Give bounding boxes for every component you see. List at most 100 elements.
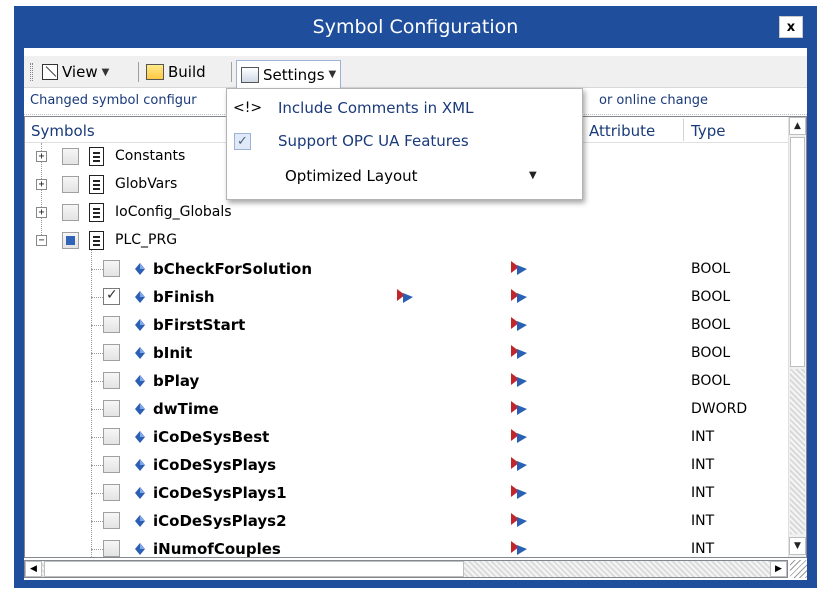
scroll-up-icon[interactable]: ▲ bbox=[789, 117, 806, 135]
node-checkbox[interactable] bbox=[62, 232, 79, 249]
variable-row[interactable]: bInit BOOL bbox=[25, 339, 789, 367]
variable-row[interactable]: iCoDeSysPlays INT bbox=[25, 451, 789, 479]
variable-icon bbox=[135, 543, 145, 555]
variable-type: INT bbox=[691, 429, 715, 445]
toolbar-separator bbox=[231, 62, 232, 82]
column-header-type[interactable]: Type bbox=[691, 122, 725, 140]
variable-row[interactable]: bCheckForSolution BOOL bbox=[25, 255, 789, 283]
variable-row[interactable]: iCoDeSysPlays2 INT bbox=[25, 507, 789, 535]
expand-icon[interactable]: + bbox=[36, 151, 47, 162]
variable-checkbox[interactable] bbox=[103, 400, 120, 417]
document-icon bbox=[89, 203, 104, 222]
access-icon bbox=[511, 541, 527, 555]
settings-label: Settings bbox=[263, 65, 325, 84]
access-icon bbox=[511, 373, 527, 387]
vertical-scroll-track[interactable] bbox=[790, 369, 805, 534]
tree-line bbox=[91, 269, 103, 270]
menu-item-support-opc-ua[interactable]: ✓ Support OPC UA Features bbox=[227, 126, 582, 156]
variable-row[interactable]: iCoDeSysPlays1 INT bbox=[25, 479, 789, 507]
scroll-down-icon[interactable]: ▼ bbox=[789, 537, 806, 555]
variable-checkbox[interactable] bbox=[103, 456, 120, 473]
tree-node-row[interactable]: + IoConfig_Globals bbox=[25, 199, 789, 227]
build-button[interactable]: Build bbox=[142, 60, 210, 84]
access-icon bbox=[511, 513, 527, 527]
variable-icon bbox=[135, 319, 145, 331]
menu-item-label: Include Comments in XML bbox=[278, 99, 474, 117]
horizontal-scrollbar[interactable]: ◀ ▶ bbox=[24, 560, 788, 578]
access-icon bbox=[511, 485, 527, 499]
variable-name: bCheckForSolution bbox=[153, 260, 313, 278]
variable-type: BOOL bbox=[691, 373, 731, 389]
variable-checkbox[interactable] bbox=[103, 287, 120, 305]
variable-type: DWORD bbox=[691, 401, 748, 417]
optimized-layout-dropdown[interactable]: Optimized Layout ▼ bbox=[227, 161, 582, 191]
document-icon bbox=[89, 231, 104, 250]
variable-type: INT bbox=[691, 485, 715, 501]
horizontal-scroll-thumb[interactable] bbox=[44, 561, 464, 577]
build-label: Build bbox=[168, 63, 206, 81]
toolbar-grip[interactable] bbox=[30, 63, 33, 81]
node-label: IoConfig_Globals bbox=[115, 204, 232, 220]
variable-row[interactable]: bFirstStart BOOL bbox=[25, 311, 789, 339]
view-icon bbox=[42, 64, 58, 80]
variable-row[interactable]: dwTime DWORD bbox=[25, 395, 789, 423]
build-icon bbox=[146, 64, 164, 80]
document-icon bbox=[89, 147, 104, 166]
tree-line bbox=[91, 521, 103, 522]
resize-grip-icon[interactable] bbox=[790, 560, 807, 578]
vertical-scrollbar[interactable]: ▲ ▼ bbox=[788, 117, 806, 557]
close-button[interactable]: x bbox=[779, 16, 803, 38]
variable-name: iCoDeSysPlays bbox=[153, 456, 277, 474]
column-header-attribute[interactable]: Attribute bbox=[589, 122, 655, 140]
menu-item-include-comments[interactable]: <!> Include Comments in XML bbox=[227, 93, 582, 123]
variable-row[interactable]: iNumofCouples INT bbox=[25, 535, 789, 557]
node-checkbox[interactable] bbox=[62, 204, 79, 221]
variable-type: INT bbox=[691, 541, 715, 557]
variable-checkbox[interactable] bbox=[103, 344, 120, 361]
variable-name: iCoDeSysPlays1 bbox=[153, 484, 287, 502]
column-separator[interactable] bbox=[683, 119, 684, 141]
variable-row[interactable]: bPlay BOOL bbox=[25, 367, 789, 395]
node-checkbox[interactable] bbox=[62, 148, 79, 165]
variable-checkbox[interactable] bbox=[103, 372, 120, 389]
variable-name: iCoDeSysPlays2 bbox=[153, 512, 287, 530]
variable-row[interactable]: bFinish BOOL bbox=[25, 283, 789, 311]
node-checkbox[interactable] bbox=[62, 176, 79, 193]
access-icon bbox=[511, 457, 527, 471]
variable-icon bbox=[135, 263, 145, 275]
variable-icon bbox=[135, 347, 145, 359]
expand-icon[interactable]: + bbox=[36, 207, 47, 218]
variable-name: bPlay bbox=[153, 372, 200, 390]
variable-type: BOOL bbox=[691, 289, 731, 305]
variable-icon bbox=[135, 459, 145, 471]
variable-checkbox[interactable] bbox=[103, 428, 120, 445]
variable-checkbox[interactable] bbox=[103, 316, 120, 333]
checkmark-icon[interactable]: ✓ bbox=[234, 133, 251, 150]
scroll-right-icon[interactable]: ▶ bbox=[770, 561, 787, 577]
title-bar[interactable]: Symbol Configuration x bbox=[14, 6, 817, 48]
variable-type: BOOL bbox=[691, 261, 731, 277]
tree-line bbox=[91, 381, 103, 382]
toolbar-separator bbox=[138, 62, 139, 82]
scroll-left-icon[interactable]: ◀ bbox=[25, 561, 42, 577]
tree-node-row[interactable]: − PLC_PRG bbox=[25, 227, 789, 255]
tree-line bbox=[91, 409, 103, 410]
view-label: View bbox=[62, 63, 98, 81]
node-label: GlobVars bbox=[115, 176, 178, 192]
settings-button[interactable]: Settings ▼ bbox=[236, 60, 342, 88]
tree-line bbox=[91, 297, 103, 298]
view-button[interactable]: View ▼ bbox=[38, 60, 113, 84]
comment-tag-icon: <!> bbox=[233, 100, 263, 116]
variable-checkbox[interactable] bbox=[103, 484, 120, 501]
vertical-scroll-thumb[interactable] bbox=[790, 137, 805, 367]
variable-checkbox[interactable] bbox=[103, 260, 120, 277]
toolbar: View ▼ Build Settings ▼ bbox=[24, 56, 807, 88]
variable-checkbox[interactable] bbox=[103, 512, 120, 529]
variable-checkbox[interactable] bbox=[103, 540, 120, 557]
variable-row[interactable]: iCoDeSysBest INT bbox=[25, 423, 789, 451]
chevron-down-icon[interactable]: ▼ bbox=[529, 170, 537, 181]
column-header-symbols[interactable]: Symbols bbox=[31, 122, 95, 140]
expand-icon[interactable]: + bbox=[36, 179, 47, 190]
collapse-icon[interactable]: − bbox=[36, 235, 47, 246]
variable-icon bbox=[135, 375, 145, 387]
